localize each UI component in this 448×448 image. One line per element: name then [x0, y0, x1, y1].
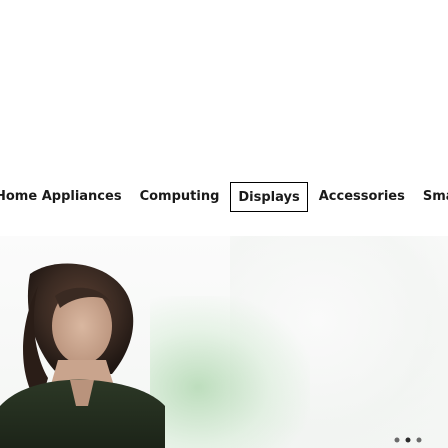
tab-smartthings[interactable]: SmartThings: [414, 182, 448, 212]
tab-displays[interactable]: Displays: [230, 182, 308, 212]
hero-banner-image[interactable]: [0, 236, 448, 448]
tab-home-appliances[interactable]: Home Appliances: [0, 182, 131, 212]
category-nav: Home Appliances Computing Displays Acces…: [0, 178, 448, 216]
tab-computing[interactable]: Computing: [131, 182, 229, 212]
tab-accessories[interactable]: Accessories: [310, 182, 414, 212]
hero-foliage-blur: [150, 296, 310, 448]
hero-person-image: [0, 263, 165, 448]
page: Home Appliances Computing Displays Acces…: [0, 0, 448, 448]
carousel-indicator-dots[interactable]: [393, 436, 423, 444]
